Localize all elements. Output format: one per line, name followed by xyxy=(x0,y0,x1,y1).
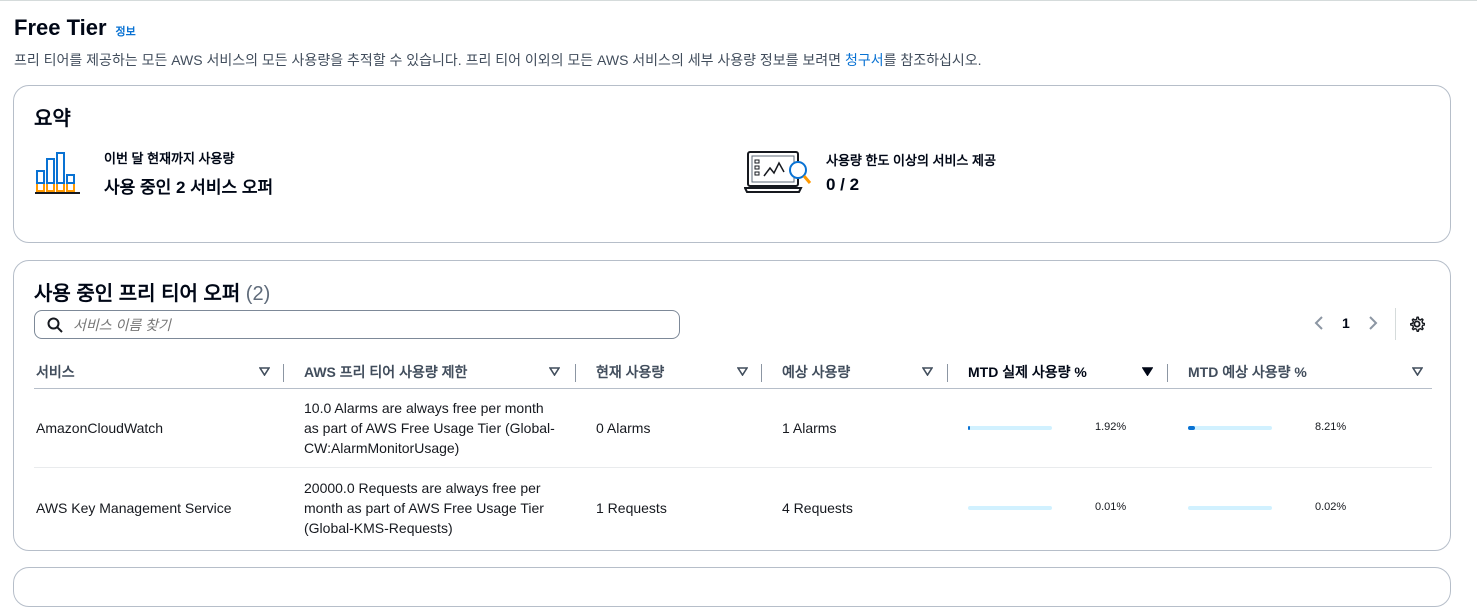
pager-divider xyxy=(1395,308,1396,340)
column-label: 예상 사용량 xyxy=(782,364,851,380)
cell-current: 0 Alarms xyxy=(596,419,651,436)
metric-month-usage: 이번 달 현재까지 사용량 사용 중인 2 서비스 오퍼 xyxy=(34,148,273,198)
limit-line: as part of AWS Free Usage Tier (Global- xyxy=(304,419,555,436)
chevron-right-icon[interactable] xyxy=(1368,316,1378,330)
sort-icon xyxy=(922,367,933,376)
progress-fill xyxy=(1188,426,1195,430)
limit-line: (Global-KMS-Requests) xyxy=(304,519,453,536)
column-separator[interactable] xyxy=(1167,364,1168,382)
limit-line: CW:AlarmMonitorUsage) xyxy=(304,439,460,456)
summary-title: 요약 xyxy=(34,108,71,130)
offers-title: 사용 중인 프리 티어 오퍼 (2) xyxy=(34,277,270,306)
table-row: AWS Key Management Service 20000.0 Reque… xyxy=(34,468,1432,547)
limit-line: month as part of AWS Free Usage Tier xyxy=(304,499,544,516)
cell-service: AWS Key Management Service xyxy=(36,499,232,516)
column-label: 현재 사용량 xyxy=(596,364,665,380)
metric-label: 사용량 한도 이상의 서비스 제공 xyxy=(826,152,996,168)
gear-icon[interactable] xyxy=(1409,316,1425,332)
mtd-actual-progress xyxy=(968,426,1052,430)
column-separator[interactable] xyxy=(283,364,284,382)
column-label: MTD 실제 사용량 % xyxy=(968,364,1087,380)
column-separator[interactable] xyxy=(575,364,576,382)
page-title: Free Tier xyxy=(14,15,107,40)
chevron-left-icon[interactable] xyxy=(1314,316,1324,330)
metric-value: 사용 중인 2 서비스 오퍼 xyxy=(104,178,274,197)
limit-line: 20000.0 Requests are always free per xyxy=(304,479,541,496)
page-description: 프리 티어를 제공하는 모든 AWS 서비스의 모든 사용량을 추적할 수 있습… xyxy=(14,50,982,70)
column-header-mtd-forecast[interactable]: MTD 예상 사용량 % xyxy=(1188,356,1428,388)
sort-icon xyxy=(549,367,560,376)
search-input[interactable] xyxy=(71,315,635,334)
progress-fill xyxy=(968,426,970,430)
sort-icon xyxy=(259,367,270,376)
metric-value: 0 / 2 xyxy=(826,174,860,194)
column-separator[interactable] xyxy=(761,364,762,382)
offers-title-text: 사용 중인 프리 티어 오퍼 xyxy=(34,283,241,305)
cell-limit: 10.0 Alarms are always free per month as … xyxy=(304,388,564,467)
column-header-limit[interactable]: AWS 프리 티어 사용량 제한 xyxy=(304,356,564,388)
column-label: AWS 프리 티어 사용량 제한 xyxy=(304,364,468,380)
bills-link[interactable]: 청구서 xyxy=(845,52,884,68)
bar-chart-icon xyxy=(35,152,80,194)
offers-count: (2) xyxy=(245,283,271,305)
offers-card: 사용 중인 프리 티어 오퍼 (2) 1 서비스 AWS 프리 티어 사용량 제… xyxy=(13,260,1451,551)
page-number[interactable]: 1 xyxy=(1342,315,1350,331)
mtd-forecast-percent: 0.02% xyxy=(1315,501,1347,513)
cell-current: 1 Requests xyxy=(596,499,667,516)
description-text: 프리 티어를 제공하는 모든 AWS 서비스의 모든 사용량을 추적할 수 있습… xyxy=(14,52,845,68)
mtd-actual-progress xyxy=(968,506,1052,510)
mtd-actual-percent: 0.01% xyxy=(1095,501,1127,513)
search-box[interactable] xyxy=(34,310,680,339)
column-header-forecast[interactable]: 예상 사용량 xyxy=(782,356,952,388)
limit-line: 10.0 Alarms are always free per month xyxy=(304,399,544,416)
mtd-forecast-progress xyxy=(1188,506,1272,510)
column-header-service[interactable]: 서비스 xyxy=(36,356,270,388)
pagination: 1 xyxy=(1314,315,1378,331)
metric-label: 이번 달 현재까지 사용량 xyxy=(104,151,235,166)
cell-forecast: 1 Alarms xyxy=(782,419,837,436)
table-header: 서비스 AWS 프리 티어 사용량 제한 현재 사용량 예상 사용량 MTD 실… xyxy=(34,356,1432,389)
column-header-mtd-actual[interactable]: MTD 실제 사용량 % xyxy=(968,356,1168,388)
table-row: AmazonCloudWatch 10.0 Alarms are always … xyxy=(34,388,1432,468)
next-card xyxy=(13,567,1451,607)
sort-icon xyxy=(737,367,748,376)
sort-desc-icon xyxy=(1142,367,1153,376)
info-link[interactable]: 정보 xyxy=(116,23,136,39)
metric-over-limit: 사용량 한도 이상의 서비스 제공 0 / 2 xyxy=(744,148,996,196)
page-header: Free Tier 정보 xyxy=(14,15,136,41)
cell-forecast: 4 Requests xyxy=(782,499,853,516)
cell-service: AmazonCloudWatch xyxy=(36,419,164,436)
column-label: MTD 예상 사용량 % xyxy=(1188,364,1307,380)
monitor-search-icon xyxy=(744,151,812,193)
sort-icon xyxy=(1412,367,1423,376)
mtd-forecast-progress xyxy=(1188,426,1272,430)
search-icon xyxy=(47,317,63,333)
column-label: 서비스 xyxy=(36,364,75,380)
description-text-end: 를 참조하십시오. xyxy=(883,52,982,68)
column-separator[interactable] xyxy=(947,364,948,382)
mtd-forecast-percent: 8.21% xyxy=(1315,421,1347,433)
column-header-current[interactable]: 현재 사용량 xyxy=(596,356,756,388)
mtd-actual-percent: 1.92% xyxy=(1095,421,1127,433)
summary-card: 요약 이번 달 현재까지 사용량 사용 중인 2 서비스 오퍼 사용량 한도 이… xyxy=(13,85,1451,243)
cell-limit: 20000.0 Requests are always free per mont… xyxy=(304,468,564,547)
